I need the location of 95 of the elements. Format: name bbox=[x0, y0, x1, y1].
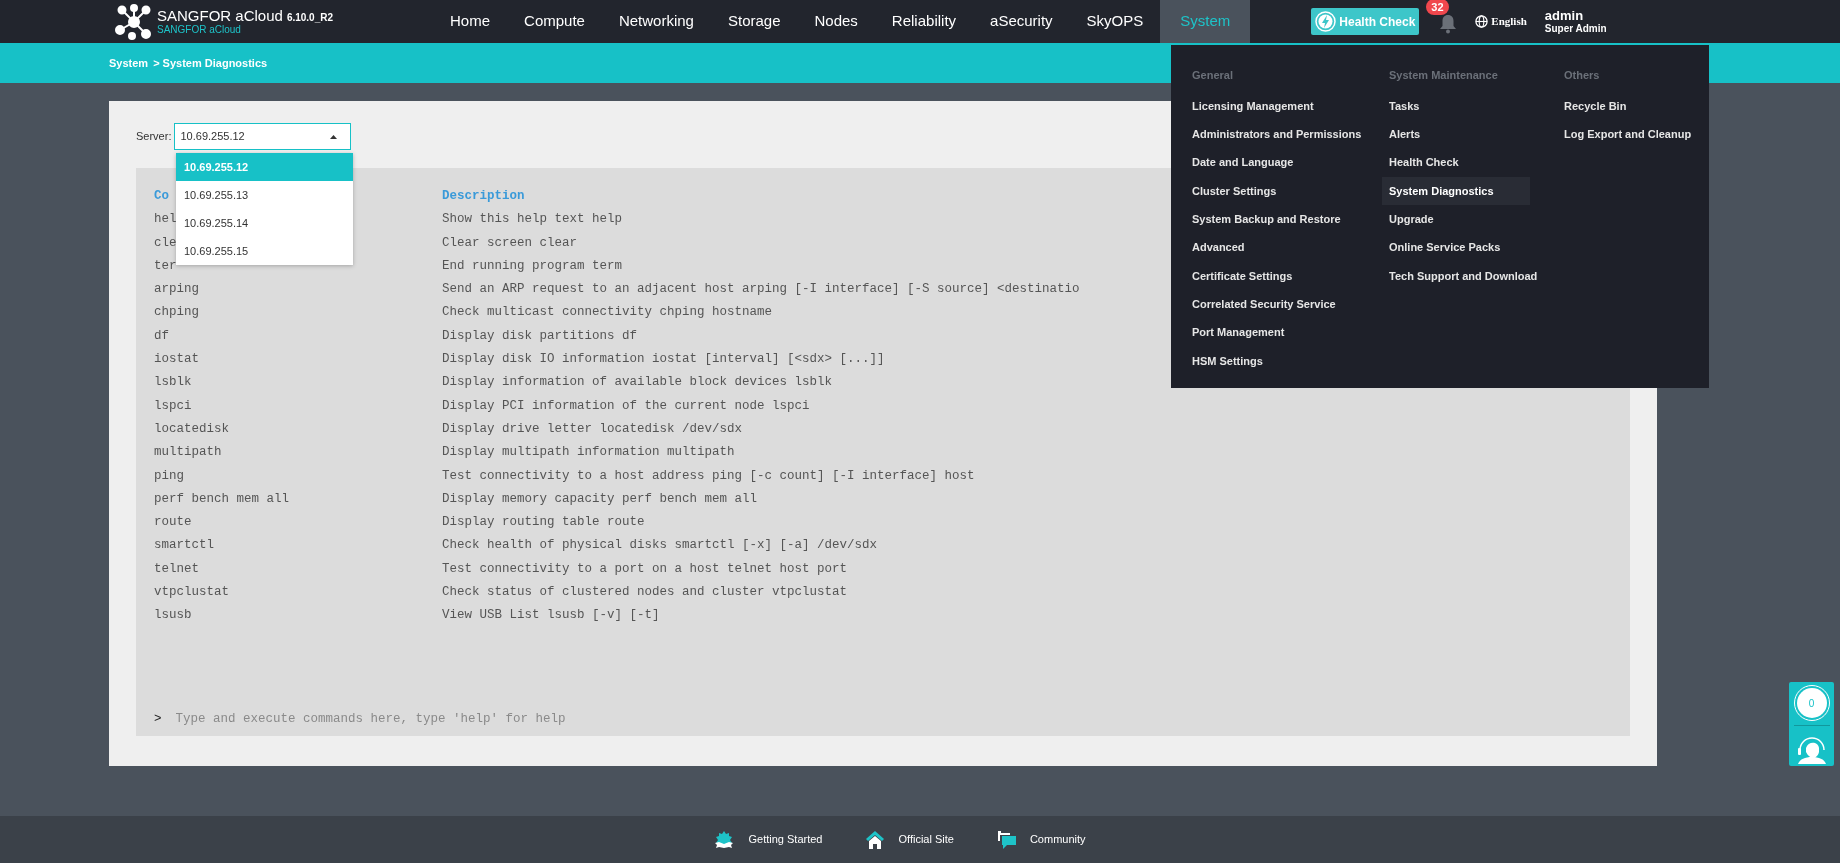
user-role: Super Admin bbox=[1544, 24, 1607, 34]
command-name: lsblk bbox=[154, 375, 192, 390]
logo-icon bbox=[114, 3, 154, 40]
command-description: Display disk IO information iostat [interval] [<sdx> [...]] bbox=[442, 351, 885, 369]
command-name: smartctl bbox=[154, 538, 214, 553]
command-name: telnet bbox=[154, 561, 199, 576]
command-name: lspci bbox=[154, 398, 192, 413]
command-description: Check health of physical disks smartctl [-x] [-a] /dev/sdx bbox=[442, 537, 878, 555]
breadcrumb-current: > System Diagnostics bbox=[153, 55, 268, 71]
footer-link[interactable]: Getting Started bbox=[748, 831, 823, 848]
nav-tab[interactable]: Home bbox=[433, 0, 508, 43]
menu-item[interactable]: Certificate Settings bbox=[1192, 261, 1293, 291]
column-heading: Co bbox=[154, 189, 169, 204]
command-name: route bbox=[154, 515, 192, 530]
menu-item[interactable]: Online Service Packs bbox=[1382, 233, 1508, 262]
footer-link[interactable]: Community bbox=[1029, 831, 1086, 848]
command-description: Display memory capacity perf bench mem all bbox=[442, 490, 758, 508]
menu-heading: Others bbox=[1564, 68, 1601, 83]
menu-item[interactable]: Tasks bbox=[1382, 92, 1427, 121]
command-description: Test connectivity to a host address ping [-c count] [-I interface] host bbox=[442, 467, 975, 485]
server-option[interactable]: 10.69.255.14 bbox=[176, 209, 353, 237]
command-name: df bbox=[154, 328, 169, 343]
user-name[interactable]: admin bbox=[1544, 9, 1607, 22]
server-option[interactable]: 10.69.255.13 bbox=[176, 181, 353, 209]
command-name: lsusb bbox=[154, 608, 192, 623]
menu-item[interactable]: Administrators and Permissions bbox=[1192, 120, 1362, 149]
footer-link[interactable]: Official Site bbox=[898, 831, 954, 848]
menu-item[interactable]: Upgrade bbox=[1382, 205, 1441, 234]
menu-item[interactable]: System Diagnostics bbox=[1382, 176, 1530, 206]
command-description: Display PCI information of the current node lspci bbox=[442, 397, 810, 415]
command-name: cle bbox=[154, 235, 177, 250]
bell-icon[interactable] bbox=[1439, 13, 1458, 34]
menu-item[interactable]: Correlated Security Service bbox=[1192, 290, 1336, 319]
menu-item[interactable]: Port Management bbox=[1192, 318, 1285, 347]
command-description: Display information of available block devices lsblk bbox=[442, 374, 833, 392]
server-select[interactable]: 10.69.255.12 bbox=[174, 123, 352, 150]
menu-heading: System Maintenance bbox=[1388, 68, 1499, 83]
lightning-icon bbox=[1315, 11, 1337, 32]
menu-item[interactable]: System Backup and Restore bbox=[1192, 205, 1341, 234]
server-label: Server: bbox=[136, 129, 172, 145]
nav-tab[interactable]: System bbox=[1160, 0, 1251, 43]
menu-item[interactable]: Tech Support and Download bbox=[1382, 261, 1545, 291]
menu-item[interactable]: Recycle Bin bbox=[1564, 92, 1627, 121]
command-description: Display routing table route bbox=[442, 514, 645, 532]
menu-item[interactable]: HSM Settings bbox=[1192, 346, 1263, 375]
menu-item[interactable]: Alerts bbox=[1382, 120, 1428, 149]
globe-icon bbox=[1475, 15, 1489, 28]
version-text: 6.10.0_R2 bbox=[286, 13, 334, 23]
menu-item[interactable]: Advanced bbox=[1192, 233, 1245, 262]
command-name: iostat bbox=[154, 352, 199, 367]
prompt-symbol: > bbox=[154, 711, 162, 729]
menu-item[interactable]: Health Check bbox=[1382, 148, 1466, 177]
nav-tab[interactable]: SkyOPS bbox=[1069, 0, 1161, 43]
command-description: Show this help text help bbox=[442, 211, 623, 229]
command-name: locatedisk bbox=[154, 421, 229, 436]
command-name: ter bbox=[154, 258, 177, 273]
nav-tab[interactable]: aSecurity bbox=[973, 0, 1070, 43]
command-description: Display multipath information multipath bbox=[442, 444, 735, 462]
command-name: arping bbox=[154, 282, 199, 297]
command-description: Clear screen clear bbox=[442, 234, 578, 252]
command-description: Display drive letter locatedisk /dev/sdx bbox=[442, 420, 743, 438]
command-description: Check multicast connectivity chping hostname bbox=[442, 304, 773, 322]
nav-tab[interactable]: Storage bbox=[710, 0, 798, 43]
command-description: End running program term bbox=[442, 257, 623, 275]
nav-tab[interactable]: Reliability bbox=[874, 0, 974, 43]
nav-tab[interactable]: Networking bbox=[601, 0, 711, 43]
menu-item[interactable]: Licensing Management bbox=[1192, 92, 1314, 121]
product-subtitle: SANGFOR aCloud bbox=[157, 25, 242, 35]
command-description: Display disk partitions df bbox=[442, 327, 638, 345]
caret-icon bbox=[330, 134, 338, 139]
command-input[interactable]: Type and execute commands here, type 'help' for help bbox=[175, 710, 1630, 729]
command-name: chping bbox=[154, 305, 199, 320]
menu-heading: General bbox=[1192, 68, 1234, 83]
command-name: multipath bbox=[154, 445, 222, 460]
command-name: ping bbox=[154, 468, 184, 483]
home-icon bbox=[866, 830, 885, 849]
language-selector[interactable]: English bbox=[1491, 13, 1527, 30]
menu-item[interactable]: Cluster Settings bbox=[1192, 176, 1277, 206]
command-name: hel bbox=[154, 212, 177, 227]
command-name: vtpclustat bbox=[154, 585, 229, 599]
badge-icon bbox=[714, 830, 735, 849]
notification-count: 32 bbox=[1426, 0, 1449, 15]
nav-tab[interactable]: Nodes bbox=[797, 0, 875, 43]
command-description: View USB List lsusb [-v] [-t] bbox=[442, 607, 660, 625]
menu-item[interactable]: Log Export and Cleanup bbox=[1564, 120, 1692, 149]
command-description: Test connectivity to a port on a host telnet host port bbox=[442, 560, 848, 578]
server-option[interactable]: 10.69.255.15 bbox=[176, 237, 353, 265]
product-name: SANGFOR aCloud bbox=[157, 8, 283, 23]
command-name: perf bench mem all bbox=[154, 491, 290, 506]
menu-item[interactable]: Date and Language bbox=[1192, 148, 1294, 177]
nav-tab[interactable]: Compute bbox=[507, 0, 602, 43]
column-heading: Description bbox=[442, 188, 525, 206]
command-description: Check status of clustered nodes and cluster vtpclustat bbox=[442, 584, 848, 601]
chat-icon bbox=[997, 830, 1016, 849]
command-description: Send an ARP request to an adjacent host arping [-I interface] [-S source] <destinatio bbox=[442, 281, 1080, 299]
